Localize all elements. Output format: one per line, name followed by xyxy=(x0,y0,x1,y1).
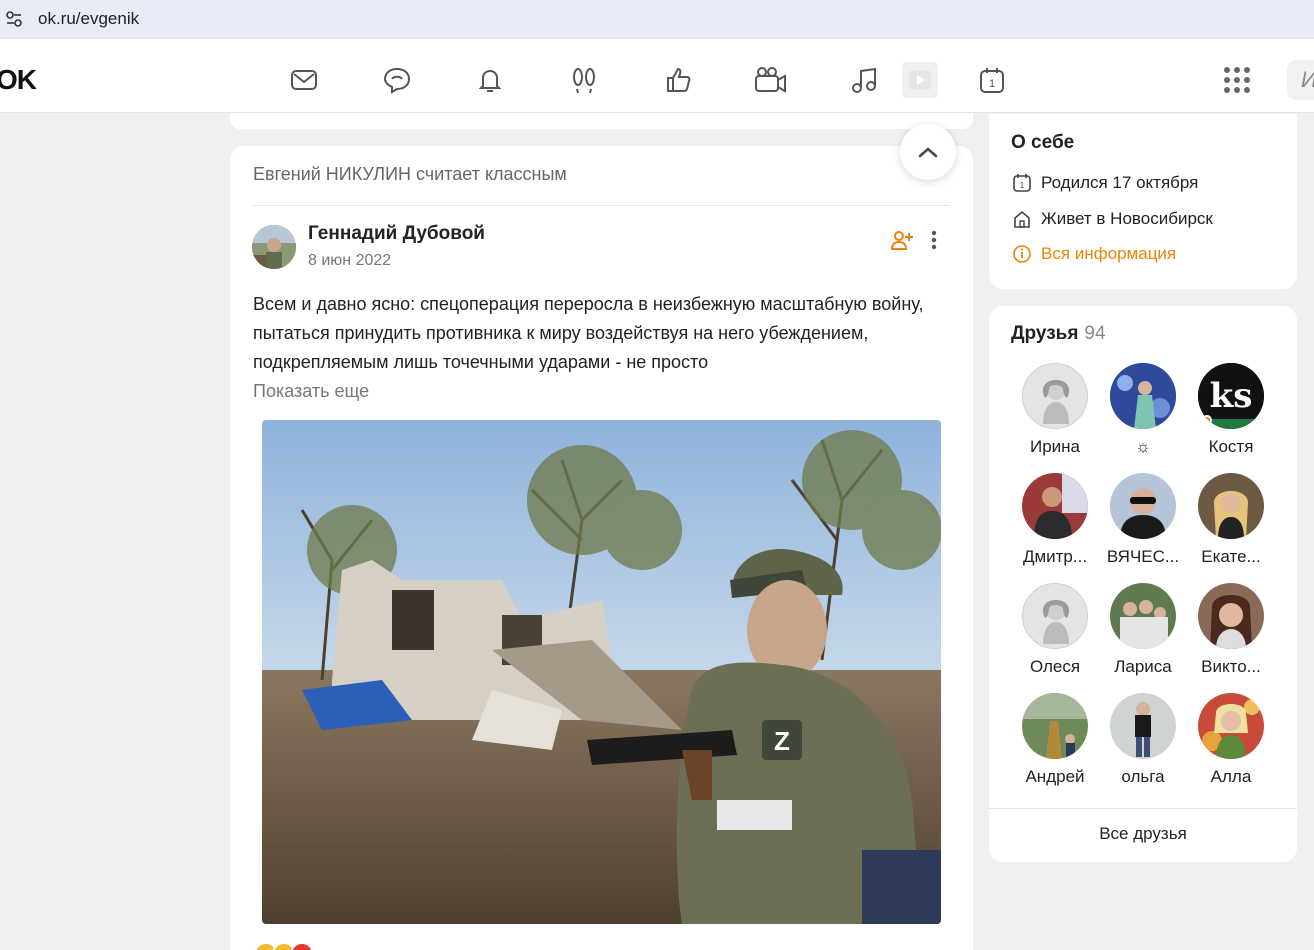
friend-name[interactable]: Викто... xyxy=(1189,657,1273,677)
friend-avatar[interactable] xyxy=(1022,363,1088,429)
ok-logo[interactable]: OK xyxy=(0,64,37,96)
post-text: Всем и давно ясно: спецоперация переросл… xyxy=(253,294,924,372)
friend-item[interactable]: Екате... xyxy=(1189,473,1273,567)
music-icon[interactable] xyxy=(846,62,882,98)
video-camera-icon[interactable] xyxy=(753,62,789,98)
friend-name[interactable]: Андрей xyxy=(1013,767,1097,787)
top-toolbar: OK 1 И xyxy=(0,46,1314,113)
friend-name[interactable]: Лариса xyxy=(1101,657,1185,677)
friend-name[interactable]: ВЯЧЕС... xyxy=(1101,547,1185,567)
about-title: О себе xyxy=(1011,132,1075,153)
friends-count: 94 xyxy=(1084,323,1106,344)
feed-post-card: Евгений НИКУЛИН считает классным Геннади… xyxy=(230,146,973,950)
about-location-text: Живет в Новосибирск xyxy=(1041,209,1213,228)
online-indicator xyxy=(1202,415,1212,425)
browser-address-bar: ok.ru/evgenik xyxy=(0,0,1314,38)
friend-name[interactable]: ольга xyxy=(1101,767,1185,787)
friends-title[interactable]: Друзья 94 xyxy=(1011,323,1106,345)
post-liked-by[interactable]: Евгений НИКУЛИН считает классным xyxy=(253,164,567,185)
search-input[interactable]: И xyxy=(1287,60,1314,100)
previous-post-card xyxy=(230,113,973,129)
friends-card: Друзья 94 Ирина ☼ ks Костя Дмитр... ВЯЧЕС… xyxy=(989,306,1297,862)
friend-name[interactable]: Костя xyxy=(1189,437,1273,457)
friend-item[interactable]: ольга xyxy=(1101,693,1185,787)
play-icon[interactable] xyxy=(902,62,938,98)
more-options-icon[interactable] xyxy=(922,226,946,254)
author-avatar[interactable] xyxy=(252,225,296,269)
browser-divider xyxy=(0,38,1314,46)
friend-item[interactable]: Викто... xyxy=(1189,583,1273,677)
post-author-name[interactable]: Геннадий Дубовой xyxy=(308,223,485,245)
friend-avatar[interactable] xyxy=(1022,583,1088,649)
site-settings-icon[interactable] xyxy=(0,0,28,38)
mail-icon[interactable] xyxy=(286,62,322,98)
friend-avatar[interactable] xyxy=(1110,693,1176,759)
calendar-icon[interactable]: 1 xyxy=(974,62,1010,98)
reaction-icon xyxy=(290,942,314,950)
chevron-up-icon xyxy=(918,147,938,158)
show-more-link[interactable]: Показать еще xyxy=(253,381,369,402)
about-location: Живет в Новосибирск xyxy=(1011,208,1213,230)
svg-text:Z: Z xyxy=(774,726,790,756)
friend-item[interactable]: Ирина xyxy=(1013,363,1097,457)
friend-item[interactable]: Лариса xyxy=(1101,583,1185,677)
friend-item[interactable]: Алла xyxy=(1189,693,1273,787)
post-date[interactable]: 8 июн 2022 xyxy=(308,252,391,270)
footprints-icon[interactable] xyxy=(566,62,602,98)
about-birthday-text: Родился 17 октября xyxy=(1041,173,1199,192)
friend-item[interactable]: ☼ xyxy=(1101,363,1185,457)
like-icon[interactable] xyxy=(660,62,696,98)
friend-avatar[interactable] xyxy=(1110,363,1176,429)
scroll-to-top-button[interactable] xyxy=(900,124,956,180)
friend-name[interactable]: Дмитр... xyxy=(1013,547,1097,567)
friend-item[interactable]: ks Костя xyxy=(1189,363,1273,457)
add-friend-icon[interactable] xyxy=(888,226,916,254)
friend-avatar[interactable] xyxy=(1022,693,1088,759)
friend-name[interactable]: Екате... xyxy=(1189,547,1273,567)
svg-text:1: 1 xyxy=(1020,181,1025,190)
friends-title-text[interactable]: Друзья xyxy=(1011,323,1078,344)
chat-icon[interactable] xyxy=(379,62,415,98)
friend-avatar[interactable] xyxy=(1198,473,1264,539)
friend-avatar[interactable] xyxy=(1198,583,1264,649)
post-photo[interactable]: Z xyxy=(262,420,941,924)
about-card: О себе 1 Родился 17 октября Живет в Ново… xyxy=(989,114,1297,289)
all-friends-link[interactable]: Все друзья xyxy=(989,824,1297,844)
friend-name[interactable]: Алла xyxy=(1189,767,1273,787)
all-info-text[interactable]: Вся информация xyxy=(1041,244,1176,264)
divider xyxy=(253,205,950,206)
friend-name[interactable]: Олеся xyxy=(1013,657,1097,677)
info-icon xyxy=(1011,243,1033,265)
calendar-icon: 1 xyxy=(1011,172,1033,194)
svg-text:1: 1 xyxy=(989,78,995,90)
friend-name[interactable]: ☼ xyxy=(1101,437,1185,457)
friend-avatar[interactable] xyxy=(1022,473,1088,539)
friend-avatar[interactable] xyxy=(1110,473,1176,539)
friend-avatar[interactable]: ks xyxy=(1198,363,1264,429)
all-info-link[interactable]: Вся информация xyxy=(1011,243,1176,265)
friend-item[interactable]: Олеся xyxy=(1013,583,1097,677)
reactions-summary[interactable] xyxy=(254,942,314,950)
friend-item[interactable]: Дмитр... xyxy=(1013,473,1097,567)
friend-avatar[interactable] xyxy=(1198,693,1264,759)
friend-name[interactable]: Ирина xyxy=(1013,437,1097,457)
about-birthday: 1 Родился 17 октября xyxy=(1011,172,1198,194)
bell-icon[interactable] xyxy=(472,62,508,98)
divider xyxy=(989,808,1297,809)
apps-icon[interactable] xyxy=(1219,62,1255,98)
home-icon xyxy=(1011,208,1033,230)
friend-avatar[interactable] xyxy=(1110,583,1176,649)
friend-item[interactable]: Андрей xyxy=(1013,693,1097,787)
address-url[interactable]: ok.ru/evgenik xyxy=(38,9,139,29)
friend-item[interactable]: ВЯЧЕС... xyxy=(1101,473,1185,567)
kostya-avatar-text: ks xyxy=(1210,376,1253,416)
